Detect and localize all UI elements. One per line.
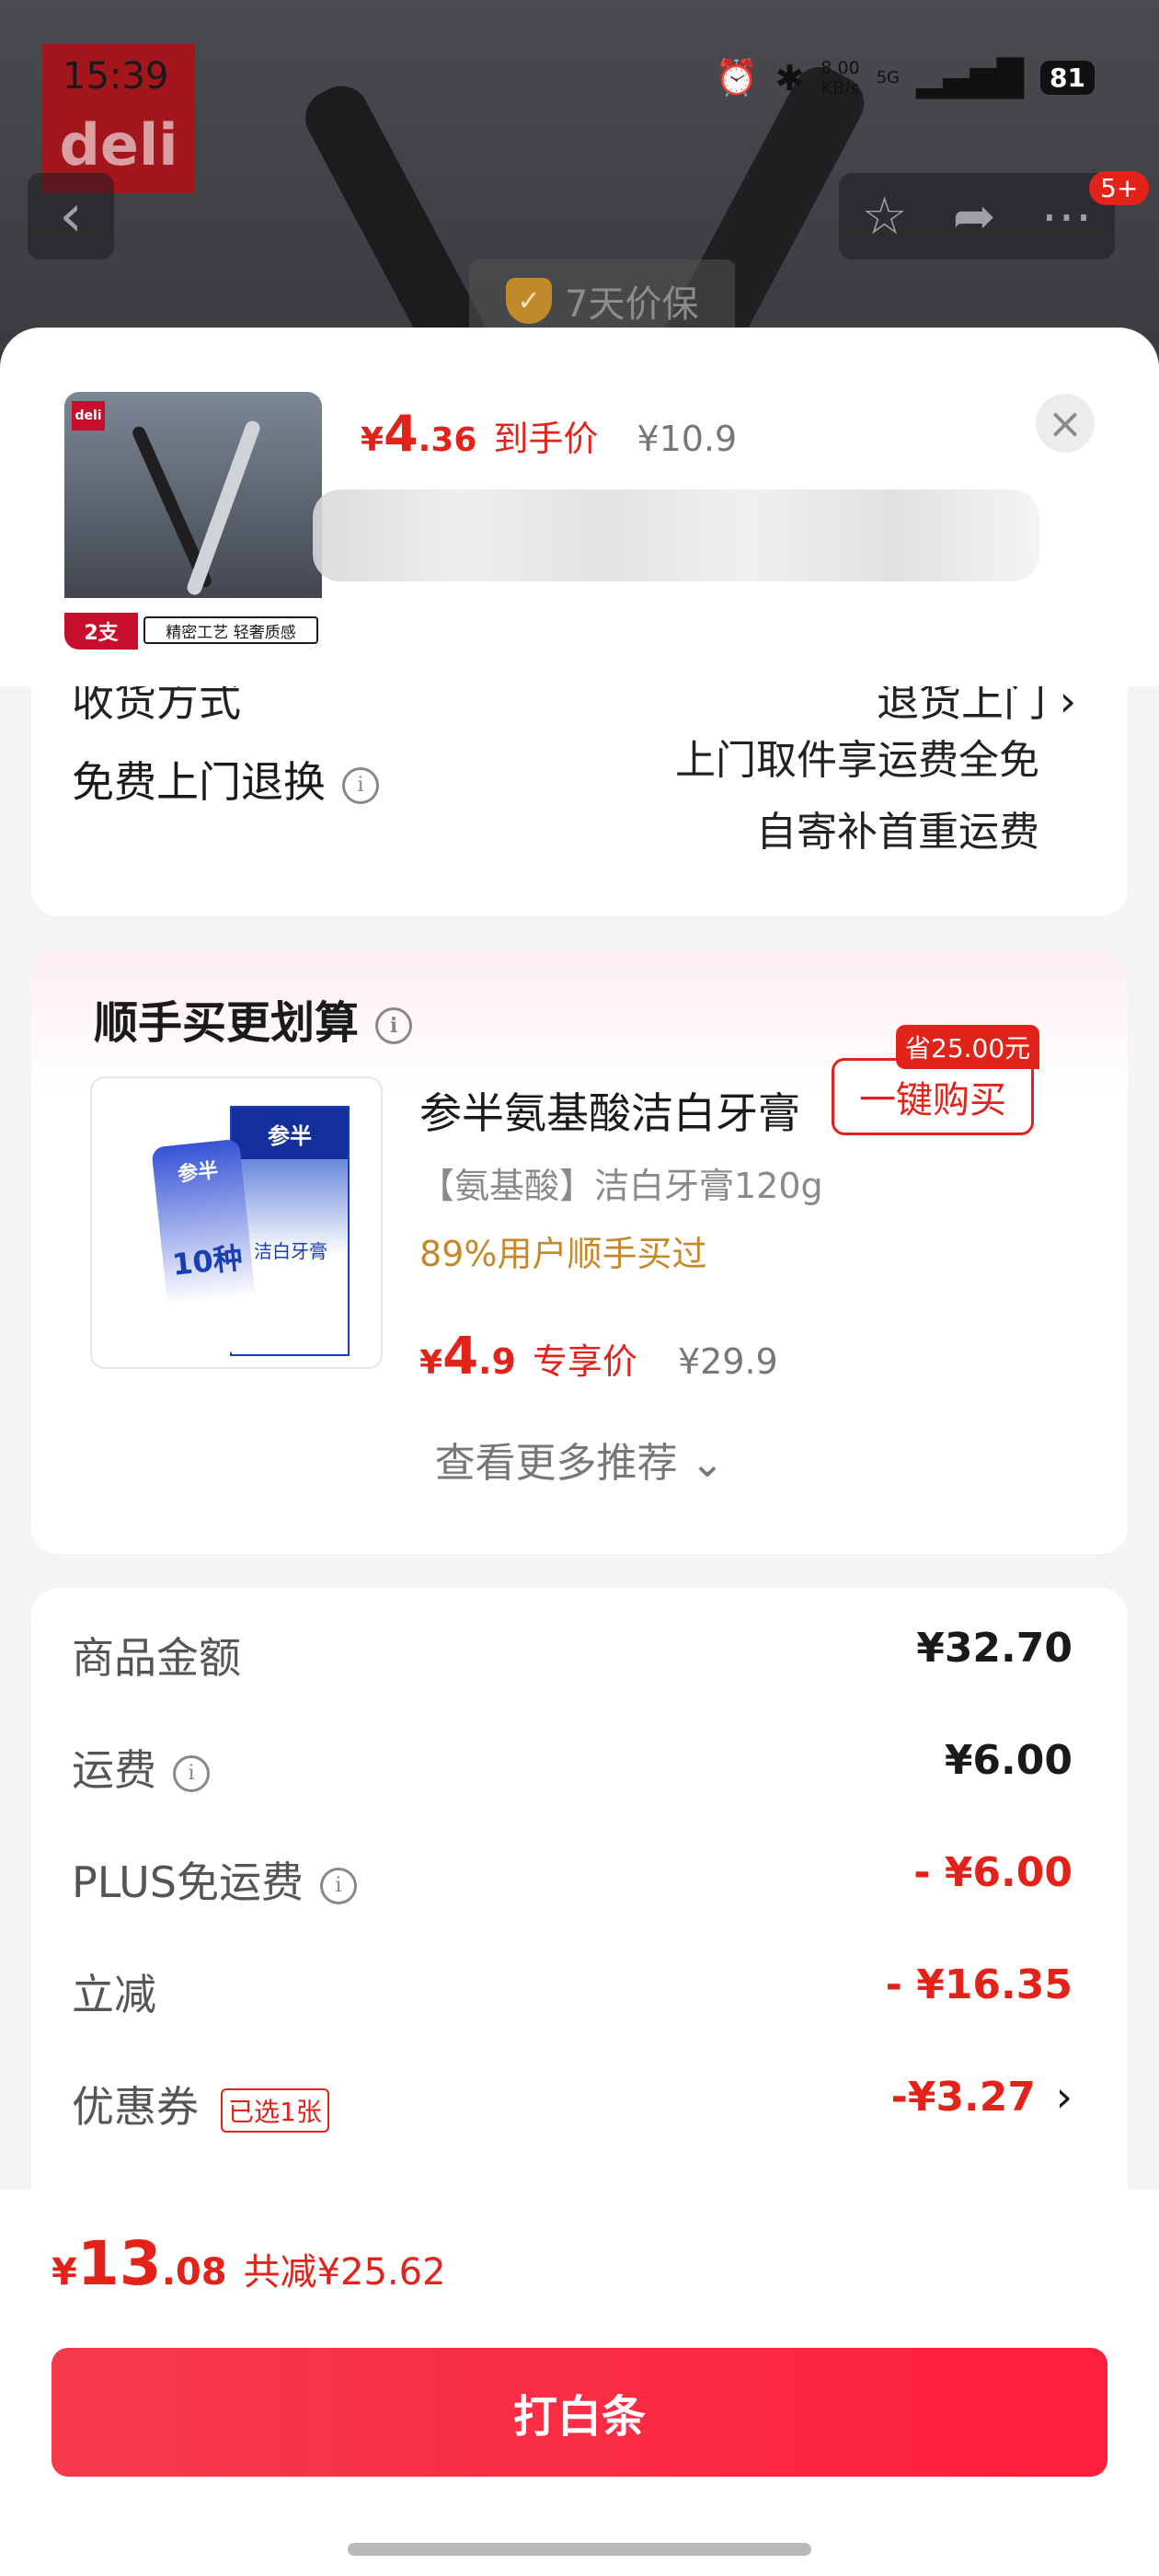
amount-label: 运费 i <box>72 1737 210 1798</box>
total-price: ¥ 13 .08 共减¥25.62 <box>52 2228 446 2299</box>
network-speed: 8.00 KB/s <box>820 57 860 98</box>
return-desc: 上门取件享运费全免 自寄补首重运费 <box>675 725 1039 868</box>
chevron-left-icon: ‹ <box>59 182 83 250</box>
price-dec: .9 <box>478 1341 516 1382</box>
recommend-title: 顺手买更划算 i <box>94 986 413 1051</box>
amount-card: 商品金额 ¥32.70 运费 i ¥6.00 PLUS免运费 i - ¥6.00 立… <box>31 1588 1128 2232</box>
amount-label: 立减 <box>72 1970 156 2019</box>
checkout-bar: ¥ 13 .08 共减¥25.62 打白条 <box>0 2190 1159 2576</box>
info-icon[interactable]: i <box>173 1754 210 1792</box>
amount-value: ¥6.00 <box>944 1737 1073 1784</box>
thumb-qty: 2支 <box>64 613 138 650</box>
battery-level: 81 <box>1040 61 1095 95</box>
product-price: ¥ 4 .36 到手价 ¥10.9 <box>361 405 737 463</box>
info-icon[interactable]: i <box>342 766 379 804</box>
amount-label: PLUS免运费 i <box>72 1849 357 1910</box>
recommend-title-text: 顺手买更划算 <box>94 997 360 1049</box>
thumb-tag: 精密工艺 轻奢质感 <box>143 616 318 644</box>
signal-icon: ▂▄▆█ <box>916 57 1025 98</box>
amount-label-text: 运费 <box>72 1745 156 1795</box>
home-indicator[interactable] <box>348 2543 811 2556</box>
total-reduced: 共减¥25.62 <box>243 2251 446 2294</box>
more-recommend-link[interactable]: 查看更多推荐 ⌄ <box>31 1430 1128 1489</box>
amount-value: - ¥16.35 <box>885 1961 1073 2008</box>
notification-badge: 5+ <box>1089 171 1150 205</box>
box-brand: 参半 <box>232 1108 348 1159</box>
save-tag: 省25.00元 <box>896 1025 1040 1069</box>
share-icon[interactable]: ➦ <box>953 187 996 247</box>
currency-symbol: ¥ <box>361 421 384 459</box>
coupon-row[interactable]: 优惠券 已选1张 -¥3.27 › <box>72 2064 1073 2138</box>
star-icon[interactable]: ☆ <box>861 187 907 247</box>
amount-label: 商品金额 <box>72 1633 241 1683</box>
amount-label: 优惠券 已选1张 <box>72 2074 329 2134</box>
amount-row: 商品金额 ¥32.70 <box>72 1616 1073 1689</box>
price-int: 4 <box>442 1327 479 1386</box>
total-int: 13 <box>76 2228 162 2299</box>
return-title: 免费上门退换 <box>72 757 326 807</box>
back-button[interactable]: ‹ <box>28 173 114 259</box>
recommend-image[interactable]: 参半 洁白牙膏 参半 10种 <box>90 1076 383 1369</box>
top-actions: ☆ ➦ ⋯ <box>839 173 1115 259</box>
close-button[interactable]: × <box>1036 394 1095 453</box>
original-price: ¥29.9 <box>677 1341 778 1382</box>
amount-row: PLUS免运费 i - ¥6.00 <box>72 1840 1073 1914</box>
coupon-chip: 已选1张 <box>221 2087 329 2133</box>
alarm-icon: ⏰ <box>715 57 759 98</box>
original-price: ¥10.9 <box>637 419 738 459</box>
pen-image <box>295 75 496 368</box>
close-icon: × <box>1047 398 1084 448</box>
pay-button[interactable]: 打白条 <box>52 2348 1107 2477</box>
recommend-buyers: 89%用户顺手买过 <box>419 1234 707 1274</box>
product-header: deli 2支 精密工艺 轻奢质感 ¥ 4 .36 到手价 ¥10.9 × <box>0 328 1159 686</box>
status-time: 15:39 <box>63 55 169 98</box>
tube-brand: 参半 <box>177 1159 220 1187</box>
one-click-buy-button[interactable]: 一键购买 <box>832 1058 1034 1135</box>
chevron-right-icon: › <box>1055 2072 1073 2122</box>
currency-symbol: ¥ <box>52 2251 77 2294</box>
info-icon[interactable]: i <box>375 1007 413 1044</box>
recommend-name[interactable]: 参半氨基酸洁白牙膏 <box>419 1080 800 1141</box>
price-int: 4 <box>384 405 419 463</box>
recommend-spec: 【氨基酸】洁白牙膏120g <box>419 1166 823 1206</box>
price-dec: .36 <box>418 421 477 459</box>
amount-value: - ¥6.00 <box>913 1849 1073 1896</box>
recommend-price: ¥ 4 .9 专享价 ¥29.9 <box>419 1327 778 1386</box>
shield-icon: ✓ <box>506 278 552 324</box>
guarantee-label: 7天价保 <box>565 283 699 326</box>
thumb-brand-logo: deli <box>72 401 105 431</box>
network-type: 5G <box>876 67 901 87</box>
pen-image <box>185 419 262 597</box>
amount-label-text: PLUS免运费 <box>72 1857 304 1907</box>
price-label: 专享价 <box>532 1341 637 1382</box>
return-row: 免费上门退换 i <box>72 749 379 810</box>
tube-big-text: 10种 <box>170 1240 245 1282</box>
total-dec: .08 <box>161 2251 227 2294</box>
more-icon[interactable]: ⋯ <box>1041 187 1093 247</box>
info-icon[interactable]: i <box>319 1867 357 1904</box>
amount-value: -¥3.27 <box>890 2074 1036 2121</box>
return-line: 上门取件享运费全免 <box>675 737 1039 784</box>
return-line: 自寄补首重运费 <box>756 809 1039 856</box>
amount-value: ¥32.70 <box>916 1625 1073 1672</box>
blurred-spec <box>313 489 1039 581</box>
currency-symbol: ¥ <box>419 1344 443 1382</box>
status-icons: ⏰ ✱ 8.00 KB/s 5G ▂▄▆█ 81 <box>715 57 1095 98</box>
price-label: 到手价 <box>493 419 599 459</box>
box-title: 洁白牙膏 <box>254 1240 327 1262</box>
product-thumbnail: deli 2支 精密工艺 轻奢质感 <box>64 392 322 650</box>
amount-label-text: 优惠券 <box>72 2082 199 2132</box>
amount-row: 运费 i ¥6.00 <box>72 1728 1073 1801</box>
bluetooth-icon: ✱ <box>775 57 805 98</box>
amount-row: 立减 - ¥16.35 <box>72 1952 1073 2026</box>
